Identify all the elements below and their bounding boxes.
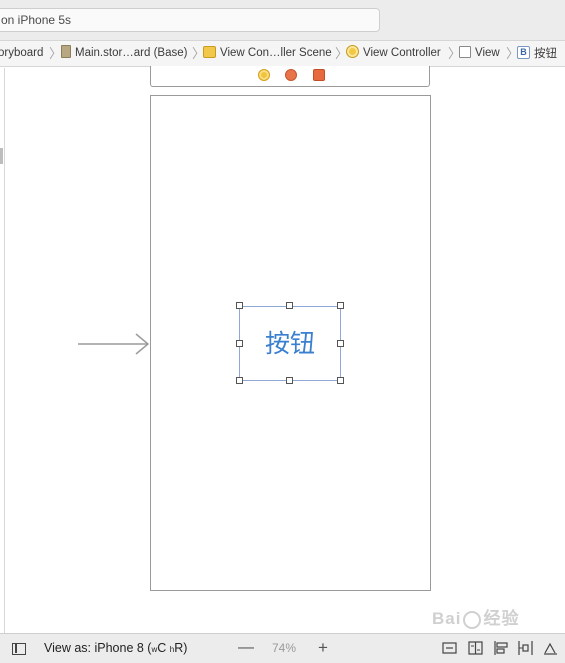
breadcrumb-label: View: [475, 47, 500, 59]
align-icon[interactable]: [494, 641, 509, 655]
breadcrumb-item-storyboard[interactable]: oryboard: [0, 41, 43, 66]
view-icon: [459, 45, 471, 58]
view-controller-icon: [346, 45, 359, 59]
breadcrumb-item-main-storyboard[interactable]: Main.stor…ard (Base): [61, 41, 187, 66]
watermark-text: Bai: [432, 609, 462, 628]
breadcrumb-label: Main.stor…ard (Base): [75, 47, 188, 59]
resize-handle-right[interactable]: [337, 340, 344, 347]
embed-in-stack-icon[interactable]: [468, 641, 483, 655]
button-icon: B: [517, 46, 530, 60]
scene-dock: [150, 66, 430, 87]
exit-icon[interactable]: [313, 69, 325, 81]
breadcrumb-item-scene[interactable]: View Con…ller Scene: [203, 41, 332, 66]
resize-handle-bottom[interactable]: [286, 377, 293, 384]
breadcrumb-item-view[interactable]: View: [459, 41, 500, 66]
breadcrumb-label: View Controller: [363, 47, 441, 59]
view-controller-icon[interactable]: [258, 69, 270, 81]
first-responder-icon[interactable]: [285, 69, 297, 81]
zoom-in-button[interactable]: +: [318, 634, 328, 662]
zoom-out-button[interactable]: —: [238, 634, 254, 662]
initial-view-controller-arrow-icon[interactable]: [78, 333, 152, 355]
panel-resize-handle[interactable]: [0, 148, 3, 164]
file-icon: [61, 45, 71, 59]
breadcrumb-label: oryboard: [0, 47, 44, 59]
document-outline-toggle-icon[interactable]: [12, 643, 26, 655]
resolve-issues-icon[interactable]: [543, 641, 558, 655]
breadcrumb-item-view-controller[interactable]: View Controller: [346, 41, 441, 66]
watermark-text-2: 经验: [483, 609, 520, 629]
breadcrumb: oryboard 〉 Main.stor…ard (Base) 〉 View C…: [0, 40, 565, 67]
scene-icon: [203, 45, 216, 58]
resize-handle-bottom-right[interactable]: [337, 377, 344, 384]
status-field: on iPhone 5s: [0, 8, 380, 32]
pin-icon[interactable]: [518, 641, 533, 655]
selected-button[interactable]: 按钮: [239, 306, 341, 381]
canvas-left-divider: [4, 68, 5, 633]
breadcrumb-label: 按钮: [534, 46, 557, 60]
paw-logo-icon: [463, 610, 482, 629]
resize-handle-top-right[interactable]: [337, 302, 344, 309]
resize-handle-left[interactable]: [236, 340, 243, 347]
activity-bar: on iPhone 5s: [0, 0, 565, 40]
canvas-bottom-bar: View as: iPhone 8 (wC hR) — 74% +: [0, 633, 565, 663]
update-frames-icon[interactable]: [442, 641, 457, 655]
zoom-level[interactable]: 74%: [272, 634, 296, 663]
view-as-device-button[interactable]: View as: iPhone 8 (wC hR): [44, 634, 187, 663]
breadcrumb-label: View Con…ller Scene: [220, 47, 332, 59]
resize-handle-bottom-left[interactable]: [236, 377, 243, 384]
breadcrumb-item-button[interactable]: B 按钮: [517, 41, 557, 66]
resize-handle-top-left[interactable]: [236, 302, 243, 309]
watermark: Bai 经验: [432, 604, 565, 634]
resize-handle-top[interactable]: [286, 302, 293, 309]
